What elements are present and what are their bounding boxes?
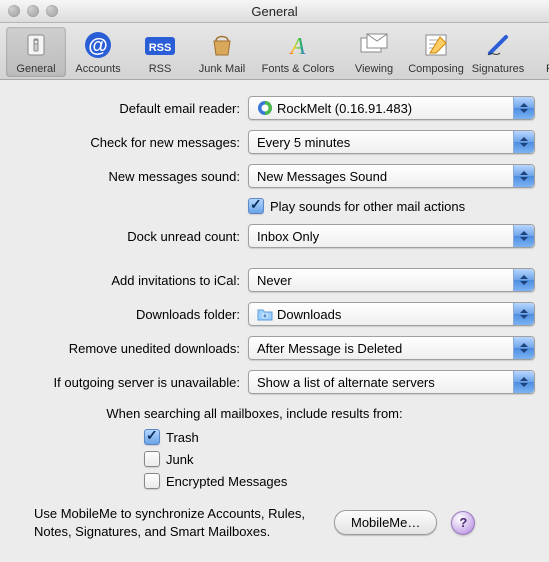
select-value: Never (257, 273, 292, 288)
bag-icon (206, 29, 238, 61)
composing-icon (420, 29, 452, 61)
content-pane: Default email reader: RockMelt (0.16.91.… (0, 80, 549, 550)
label-remove-downloads: Remove unedited downloads: (14, 341, 240, 356)
tab-label: Junk Mail (199, 63, 245, 75)
label-dock-count: Dock unread count: (14, 229, 240, 244)
tab-label: General (16, 63, 55, 75)
tab-label: Signatures (472, 63, 525, 75)
checkbox-encrypted[interactable] (144, 473, 160, 489)
select-dock-count[interactable]: Inbox Only (248, 224, 535, 248)
select-invitations[interactable]: Never (248, 268, 535, 292)
tab-label: Accounts (75, 63, 120, 75)
svg-text:@: @ (88, 35, 108, 57)
chevron-updown-icon (513, 131, 534, 153)
select-outgoing[interactable]: Show a list of alternate servers (248, 370, 535, 394)
titlebar: General (0, 0, 549, 23)
select-downloads[interactable]: Downloads (248, 302, 535, 326)
label-check-messages: Check for new messages: (14, 135, 240, 150)
label-encrypted: Encrypted Messages (166, 474, 287, 489)
select-value: Inbox Only (257, 229, 319, 244)
label-default-reader: Default email reader: (14, 101, 240, 116)
select-remove-downloads[interactable]: After Message is Deleted (248, 336, 535, 360)
select-value: Downloads (277, 307, 341, 322)
checkbox-play-sounds[interactable] (248, 198, 264, 214)
tab-signatures[interactable]: Signatures (468, 27, 528, 77)
tab-rules[interactable]: Rules (530, 27, 549, 77)
chevron-updown-icon (513, 303, 534, 325)
mobileme-button[interactable]: MobileMe… (334, 510, 437, 535)
pref-toolbar: General @ Accounts RSS RSS Junk Mail A F… (0, 23, 549, 80)
label-sound: New messages sound: (14, 169, 240, 184)
zoom-icon[interactable] (46, 5, 58, 17)
viewing-icon (358, 29, 390, 61)
label-play-sounds: Play sounds for other mail actions (270, 199, 465, 214)
select-check-messages[interactable]: Every 5 minutes (248, 130, 535, 154)
svg-text:RSS: RSS (149, 42, 172, 54)
close-icon[interactable] (8, 5, 20, 17)
switch-icon (20, 29, 52, 61)
rss-icon: RSS (144, 29, 176, 61)
chevron-updown-icon (513, 225, 534, 247)
select-sound[interactable]: New Messages Sound (248, 164, 535, 188)
tab-label: Fonts & Colors (262, 63, 335, 75)
folder-icon (257, 306, 273, 322)
tab-label: Composing (408, 63, 464, 75)
label-outgoing: If outgoing server is unavailable: (14, 375, 240, 390)
tab-general[interactable]: General (6, 27, 66, 77)
label-trash: Trash (166, 430, 199, 445)
select-value: Show a list of alternate servers (257, 375, 435, 390)
chevron-updown-icon (513, 371, 534, 393)
tab-rss[interactable]: RSS RSS (130, 27, 190, 77)
select-value: Every 5 minutes (257, 135, 350, 150)
chevron-updown-icon (513, 337, 534, 359)
rules-icon (544, 29, 549, 61)
at-icon: @ (82, 29, 114, 61)
select-value: RockMelt (0.16.91.483) (277, 101, 412, 116)
chevron-updown-icon (513, 97, 534, 119)
tab-label: Viewing (355, 63, 393, 75)
tab-junk[interactable]: Junk Mail (192, 27, 252, 77)
checkbox-junk[interactable] (144, 451, 160, 467)
select-value: New Messages Sound (257, 169, 387, 184)
traffic-lights (8, 5, 58, 17)
chevron-updown-icon (513, 269, 534, 291)
tab-accounts[interactable]: @ Accounts (68, 27, 128, 77)
label-invitations: Add invitations to iCal: (14, 273, 240, 288)
window-title: General (0, 4, 549, 19)
checkbox-trash[interactable] (144, 429, 160, 445)
chevron-updown-icon (513, 165, 534, 187)
tab-composing[interactable]: Composing (406, 27, 466, 77)
svg-text:A: A (289, 34, 306, 59)
search-heading: When searching all mailboxes, include re… (0, 406, 535, 421)
pen-icon (482, 29, 514, 61)
minimize-icon[interactable] (27, 5, 39, 17)
help-button[interactable]: ? (451, 511, 475, 535)
app-icon (257, 100, 273, 116)
tab-fonts-colors[interactable]: A Fonts & Colors (254, 27, 342, 77)
font-icon: A (282, 29, 314, 61)
select-default-reader[interactable]: RockMelt (0.16.91.483) (248, 96, 535, 120)
label-junk: Junk (166, 452, 193, 467)
mobileme-text: Use MobileMe to synchronize Accounts, Ru… (34, 505, 324, 540)
tab-viewing[interactable]: Viewing (344, 27, 404, 77)
select-value: After Message is Deleted (257, 341, 402, 356)
tab-label: RSS (149, 63, 172, 75)
label-downloads: Downloads folder: (14, 307, 240, 322)
